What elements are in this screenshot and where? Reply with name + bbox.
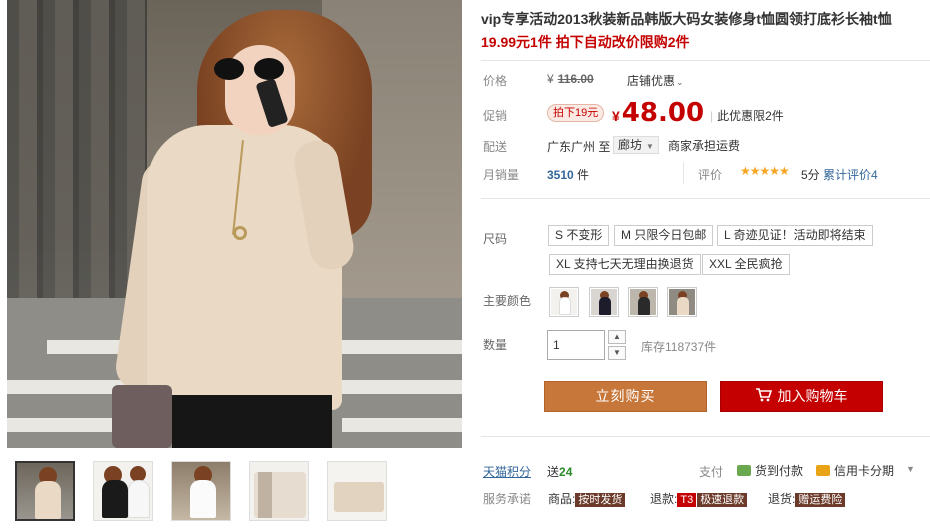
chevron-down-icon: ⌄ (676, 77, 684, 87)
crosswalk-stripe (7, 418, 117, 432)
color-swatch-2[interactable] (589, 287, 619, 317)
thumbnail-4[interactable] (249, 461, 309, 521)
model-bag (112, 385, 172, 448)
rating-score: 5分 (801, 168, 820, 182)
product-title: vip专享活动2013秋装新品韩版大码女装修身t恤圆领打底衫长袖t恤 (481, 11, 892, 27)
crosswalk-stripe (342, 418, 462, 432)
service-return-insurance: 退货: 赠运费险 (768, 490, 846, 507)
promo-label: 促销 (483, 109, 508, 123)
quantity-input[interactable] (547, 330, 605, 360)
crosswalk-stripe (327, 340, 462, 354)
tmall-points-link[interactable]: 天猫积分 (483, 463, 531, 480)
service-fast-refund: 退款: T3 极速退款 (650, 490, 748, 507)
review-count-link[interactable]: 累计评价4 (823, 166, 878, 183)
add-to-cart-button[interactable]: 加入购物车 (720, 381, 883, 412)
quantity-label: 数量 (483, 338, 508, 352)
truck-icon (737, 465, 751, 476)
thumbnail-3[interactable] (171, 461, 231, 521)
payment-label: 支付 (699, 465, 724, 479)
monthly-sales-label: 月销量 (483, 168, 520, 182)
service-label: 服务承诺 (483, 492, 532, 506)
dropdown-arrow-icon: ▼ (646, 142, 654, 151)
color-swatch-3[interactable] (628, 287, 658, 317)
divider (481, 60, 930, 61)
product-subtitle: 19.99元1件 拍下自动改价限购2件 (481, 34, 690, 50)
size-option-s[interactable]: S 不变形 (548, 225, 610, 246)
quantity-decrease-button[interactable]: ▼ (608, 346, 626, 360)
cash-on-delivery-option[interactable]: 货到付款 (737, 462, 803, 479)
size-option-xxl[interactable]: XXL 全民疯抢 (702, 254, 790, 275)
ship-destination-select[interactable]: 廊坊 ▼ (613, 136, 659, 154)
shipping-fee: 商家承担运费 (668, 139, 741, 153)
thumbnail-2[interactable] (93, 461, 153, 521)
size-option-m[interactable]: M 只限今日包邮 (614, 225, 714, 246)
thumbnail-1[interactable] (15, 461, 75, 521)
credit-card-icon (816, 465, 830, 476)
main-product-image[interactable] (7, 0, 462, 448)
quantity-increase-button[interactable]: ▲ (608, 330, 626, 344)
background-building-left (7, 0, 147, 300)
size-option-l[interactable]: L 奇迹见证！活动即将结束 (717, 225, 873, 246)
divider (481, 436, 930, 437)
service-ontime-delivery: 商品: 按时发货 (548, 490, 626, 507)
size-label: 尺码 (483, 232, 508, 246)
buy-now-button[interactable]: 立刻购买 (544, 381, 707, 412)
promo-price: ¥48.00 (612, 98, 705, 128)
shopping-cart-icon (755, 383, 772, 412)
chevron-down-icon[interactable]: ▼ (906, 464, 915, 474)
ship-from: 广东广州 至 (547, 140, 611, 154)
credit-card-installment-option[interactable]: 信用卡分期 (816, 462, 894, 479)
shipping-label: 配送 (483, 140, 508, 154)
crosswalk-stripe (337, 380, 462, 394)
color-swatch-1[interactable] (549, 287, 579, 317)
promo-badge: 拍下19元 (547, 104, 605, 122)
vertical-separator (683, 162, 684, 184)
divider (481, 198, 930, 199)
color-label: 主要颜色 (483, 294, 532, 308)
price-label: 价格 (483, 74, 508, 88)
points-value: 送24 (547, 465, 573, 479)
promo-limit: | 此优惠限2件 (710, 109, 784, 123)
thumbnail-5[interactable] (327, 461, 387, 521)
model-pendant (233, 226, 247, 240)
original-price: ¥116.00 (547, 72, 594, 86)
model-pants (172, 395, 332, 448)
thumbnail-strip (15, 461, 387, 521)
rating-label: 评价 (698, 168, 723, 182)
store-promo-dropdown[interactable]: 店铺优惠⌄ (627, 72, 684, 89)
color-swatch-4[interactable] (667, 287, 697, 317)
monthly-sales-count: 3510 件 (547, 168, 590, 182)
rating-stars-icon: ★★★★★ (740, 164, 790, 178)
size-option-xl[interactable]: XL 支持七天无理由换退货 (549, 254, 701, 275)
stock-count: 库存118737件 (641, 340, 717, 354)
